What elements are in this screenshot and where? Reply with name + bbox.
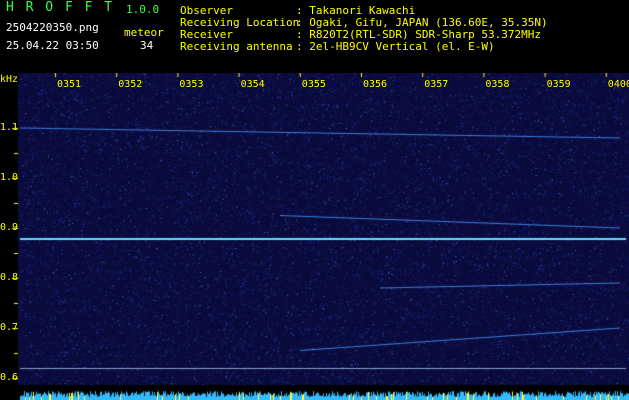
y-tick-label: 1.1 (0, 122, 19, 133)
y-tick-label: 1.0 (0, 172, 19, 183)
app-version: 1.0.0 (126, 3, 160, 16)
x-tick-label: 0352 (118, 79, 143, 90)
date-time: 25.04.22 03:50 (6, 39, 99, 52)
header-panel: H R O F F T 1.0.0 2504220350.png 25.04.2… (0, 0, 629, 73)
y-tick-label: 0.7 (0, 322, 19, 333)
x-tick-label: 0355 (301, 79, 326, 90)
file-name: 2504220350.png (6, 21, 99, 34)
y-unit-label: kHz (0, 74, 19, 85)
app-title: H R O F F T (6, 0, 115, 15)
y-tick-label: 0.8 (0, 272, 19, 283)
x-tick-label: 0353 (179, 79, 204, 90)
x-tick-label: 0400 (607, 79, 629, 90)
x-tick-label: 0359 (546, 79, 571, 90)
y-tick-label: 0.6 (0, 372, 19, 383)
meteor-label: meteor (124, 26, 164, 39)
x-tick-label: 0354 (240, 79, 265, 90)
y-tick-label: 0.9 (0, 222, 19, 233)
meteor-count: 34 (140, 39, 154, 52)
x-tick-label: 0357 (424, 79, 449, 90)
x-tick-label: 0358 (485, 79, 510, 90)
antenna-label: Receiving antenna (180, 40, 293, 53)
spectrogram-canvas (0, 73, 629, 400)
antenna-value: : 2el-HB9CV Vertical (el. E-W) (296, 40, 495, 53)
x-tick-label: 0351 (57, 79, 82, 90)
x-tick-label: 0356 (363, 79, 388, 90)
